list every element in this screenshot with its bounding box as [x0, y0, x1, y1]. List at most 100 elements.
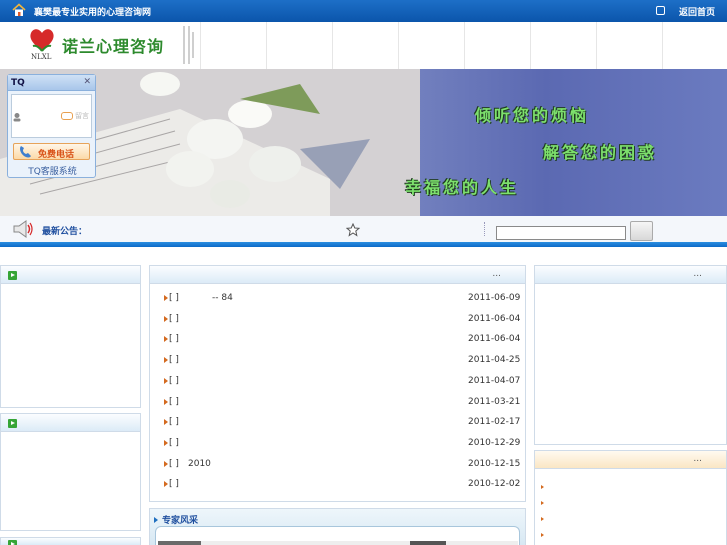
news-category: [ ]: [169, 396, 179, 407]
panel-header: [1, 414, 140, 432]
tq-dim-label: 留言: [75, 112, 89, 120]
right-panel-2: ...: [534, 450, 727, 545]
arrow-icon: [164, 357, 168, 364]
news-item[interactable]: [ ] 2011-02-17: [150, 414, 525, 434]
home-icon[interactable]: [12, 3, 26, 17]
nav-item[interactable]: [596, 22, 662, 69]
play-icon: [8, 419, 17, 428]
news-item[interactable]: [ ] 2011-06-04: [150, 311, 525, 331]
nav-item[interactable]: [266, 22, 332, 69]
news-category: [ ]: [169, 375, 179, 386]
announcement-label: 最新公告：: [42, 227, 88, 237]
decorative-strokes: [183, 26, 194, 64]
news-item[interactable]: [ ] 2011-04-25: [150, 352, 525, 372]
announcement-bar: 最新公告：: [0, 216, 727, 242]
news-category: [ ]: [169, 293, 179, 303]
back-home-icon[interactable]: [656, 6, 665, 15]
top-bar: 襄樊最专业实用的心理咨询网 返回首页: [0, 0, 727, 22]
list-bullet[interactable]: [541, 517, 544, 521]
news-date: 2011-06-04: [468, 334, 521, 345]
nav-item[interactable]: [464, 22, 530, 69]
nav-item[interactable]: [332, 22, 398, 69]
news-date: 2011-06-09: [468, 293, 521, 303]
free-call-button[interactable]: 免费电话: [13, 143, 90, 160]
news-category: [ ]: [169, 479, 179, 490]
news-item[interactable]: [ ] 2010-12-02: [150, 476, 525, 496]
tq-system-label[interactable]: TQ客服系统: [8, 164, 97, 177]
news-item[interactable]: [ ] 2011-04-07: [150, 373, 525, 393]
news-category: [ ]: [169, 458, 179, 469]
news-date: 2011-04-25: [468, 355, 521, 366]
nav-menu: [200, 22, 727, 69]
logo-text[interactable]: 诺兰心理咨询: [62, 33, 164, 57]
tq-chat-widget[interactable]: TQ ✕ 留言 免费电话 TQ客服系统: [7, 74, 96, 178]
panel-header: [1, 538, 140, 545]
nav-item[interactable]: [398, 22, 464, 69]
arrow-icon: [164, 398, 168, 405]
news-title[interactable]: 2010: [188, 459, 211, 469]
search-input[interactable]: [496, 226, 626, 240]
arrow-icon: [164, 419, 168, 426]
slogan-line-3: 幸福您的人生: [405, 178, 520, 197]
arrow-icon: [164, 336, 168, 343]
more-link[interactable]: ...: [693, 454, 702, 464]
logo-heart-icon[interactable]: [28, 27, 56, 53]
news-date: 2011-02-17: [468, 417, 521, 428]
news-date: 2010-12-29: [468, 437, 521, 448]
panel-header: ...: [535, 451, 726, 469]
arrow-icon: [164, 377, 168, 384]
arrow-icon: [164, 439, 168, 446]
speaker-icon: [13, 220, 33, 238]
header: NLXL 诺兰心理咨询: [0, 22, 727, 69]
news-date: 2011-06-04: [468, 313, 521, 324]
left-panel-3: [0, 537, 141, 545]
expert-photos[interactable]: [158, 541, 518, 545]
more-link[interactable]: ...: [492, 269, 501, 279]
list-bullet[interactable]: [541, 485, 544, 489]
news-item[interactable]: [ ] 2010-12-29: [150, 435, 525, 455]
arrow-icon: [164, 315, 168, 322]
news-date: 2011-03-21: [468, 396, 521, 407]
close-icon[interactable]: ✕: [83, 77, 91, 87]
nav-item[interactable]: [200, 22, 266, 69]
news-item[interactable]: [ ] -- 84 2011-06-09: [150, 290, 525, 310]
play-icon: [8, 540, 17, 545]
arrow-icon: [154, 517, 158, 523]
logo-subtext: NLXL: [31, 53, 52, 61]
play-icon: [8, 271, 17, 280]
more-link[interactable]: ...: [693, 269, 702, 279]
nav-item[interactable]: [662, 22, 727, 69]
divider: [484, 222, 486, 236]
panel-header: [1, 266, 140, 284]
news-header: ...: [150, 266, 525, 284]
hero-banner: 倾听您的烦恼 解答您的困惑 幸福您的人生: [0, 69, 727, 216]
news-category: [ ]: [169, 355, 179, 366]
news-item[interactable]: [ ] 2011-06-04: [150, 331, 525, 351]
back-home-link[interactable]: 返回首页: [679, 5, 715, 18]
message-icon[interactable]: [61, 112, 73, 120]
site-tagline: 襄樊最专业实用的心理咨询网: [34, 8, 152, 18]
expert-section: 专家风采: [149, 508, 526, 545]
list-bullet[interactable]: [541, 501, 544, 505]
right-panel-1: ...: [534, 265, 727, 445]
expert-title[interactable]: 专家风采: [162, 513, 198, 526]
news-category: [ ]: [169, 334, 179, 345]
news-panel: ... [ ] -- 84 2011-06-09 [ ] 2011-06-04 [ ] 20…: [149, 265, 526, 502]
news-date: 2010-12-15: [468, 458, 521, 469]
arrow-icon: [164, 481, 168, 488]
nav-item[interactable]: [530, 22, 596, 69]
news-title[interactable]: -- 84: [212, 293, 233, 303]
panel-header: ...: [535, 266, 726, 284]
tq-label: TQ: [11, 78, 25, 88]
phone-icon: [20, 146, 31, 158]
search-button[interactable]: [630, 221, 653, 241]
news-item[interactable]: [ ] 2011-03-21: [150, 394, 525, 414]
left-panel-1: [0, 265, 141, 408]
slogan-line-1: 倾听您的烦恼: [475, 106, 590, 125]
arrow-icon: [164, 295, 168, 301]
news-item[interactable]: [ ] 2010 2010-12-15: [150, 456, 525, 476]
list-bullet[interactable]: [541, 533, 544, 537]
user-icon[interactable]: [12, 112, 22, 122]
news-date: 2010-12-02: [468, 479, 521, 490]
free-call-label: 免费电话: [38, 150, 75, 160]
